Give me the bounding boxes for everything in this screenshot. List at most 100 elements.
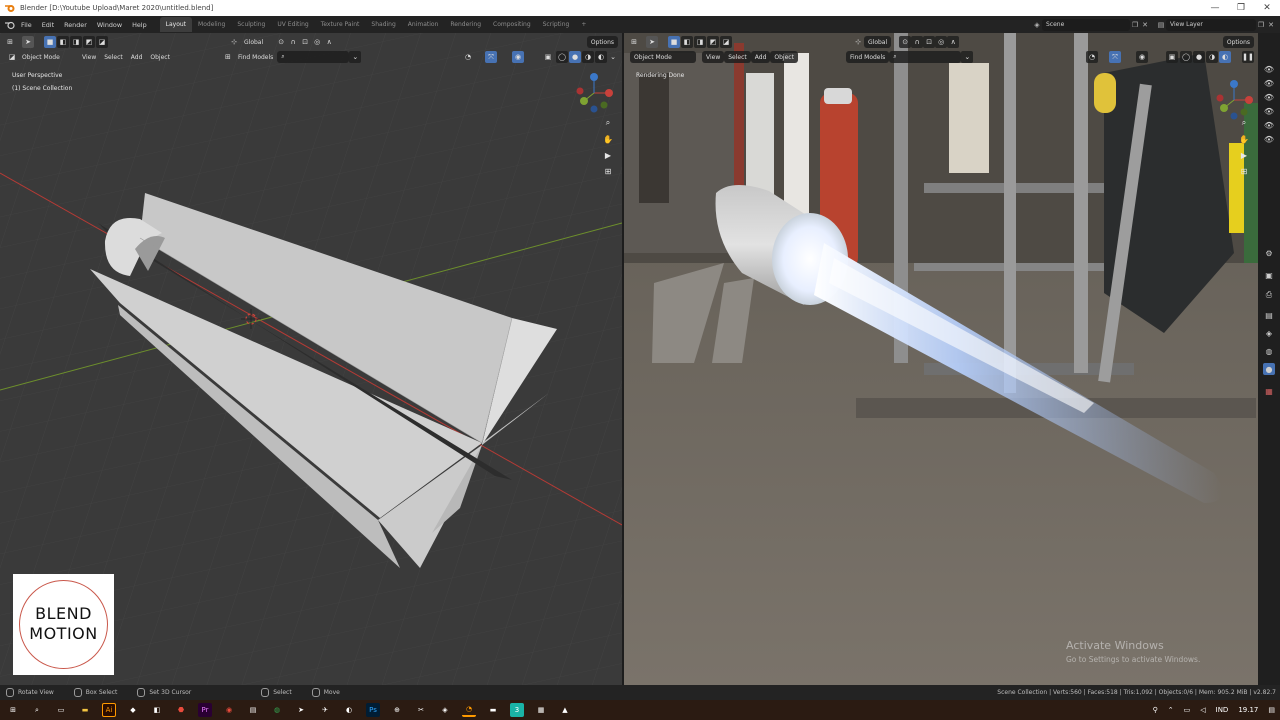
solid-shading-icon[interactable]: ● xyxy=(1193,51,1205,63)
outliner-eye-icon[interactable]: 👁 xyxy=(1263,77,1275,89)
falloff-icon[interactable]: ∧ xyxy=(323,36,335,48)
camera-view-icon[interactable]: ▶ xyxy=(1238,149,1250,161)
navigation-gizmo[interactable] xyxy=(576,71,616,115)
editor-type-icon[interactable]: ⊞ xyxy=(4,36,16,48)
scene-properties-icon[interactable]: ◈ xyxy=(1263,327,1275,339)
menu-select[interactable]: Select xyxy=(100,51,127,63)
xray-toggle-icon[interactable]: ▣ xyxy=(1166,51,1178,63)
find-models-dropdown-icon[interactable]: ⌄ xyxy=(961,51,974,63)
select-mode-extend-icon[interactable]: ◧ xyxy=(57,36,69,48)
app-icon-10[interactable]: ◈ xyxy=(438,703,452,717)
gizmo-toggle-icon[interactable]: ⤧ xyxy=(485,51,497,63)
select-tool-icon[interactable]: ➤ xyxy=(22,36,34,48)
start-windows-icon[interactable]: ⊞ xyxy=(6,703,20,717)
overlay-toggle-icon[interactable]: ◉ xyxy=(1136,51,1148,63)
render-properties-icon[interactable]: ▣ xyxy=(1263,269,1275,281)
select-mode-new-icon[interactable]: ■ xyxy=(44,36,56,48)
world-properties-icon[interactable]: ◍ xyxy=(1263,345,1275,357)
pan-hand-icon[interactable]: ✋ xyxy=(602,133,614,145)
outliner-eye-icon[interactable]: 👁 xyxy=(1263,91,1275,103)
menu-select[interactable]: Select xyxy=(724,51,751,63)
editor-type-icon[interactable]: ⊞ xyxy=(628,36,640,48)
chrome-icon[interactable]: ◍ xyxy=(270,703,284,717)
tray-expand-icon[interactable]: ⌃ xyxy=(1168,706,1174,714)
mode-dropdown[interactable]: Object Mode xyxy=(18,51,72,63)
scene-selector[interactable]: ◈ Scene ❐ ✕ xyxy=(1032,18,1150,31)
overlay-toggle-icon[interactable]: ◉ xyxy=(512,51,524,63)
app-icon-9[interactable]: ✂ xyxy=(414,703,428,717)
proportional-edit-icon[interactable]: ◎ xyxy=(935,36,948,48)
tab-modeling[interactable]: Modeling xyxy=(192,17,231,32)
illustrator-icon[interactable]: Ai xyxy=(102,703,116,717)
find-models-search-input[interactable]: ⌕ xyxy=(277,51,350,63)
ortho-grid-icon[interactable]: ⊞ xyxy=(1238,165,1250,177)
tab-scripting[interactable]: Scripting xyxy=(537,17,576,32)
add-workspace-icon[interactable]: + xyxy=(575,17,592,32)
task-view-icon[interactable]: ▭ xyxy=(54,703,68,717)
remove-view-layer-icon[interactable]: ✕ xyxy=(1266,20,1276,30)
app-icon-12[interactable]: 3 xyxy=(510,703,524,717)
snap-icon[interactable]: ∩ xyxy=(287,36,299,48)
snap-target-icon[interactable]: ⊡ xyxy=(299,36,311,48)
media-icon[interactable]: ◉ xyxy=(222,703,236,717)
find-models-search-input[interactable]: ⌕ xyxy=(889,51,962,63)
app-icon-11[interactable]: ▬ xyxy=(486,703,500,717)
object-properties-icon[interactable]: ● xyxy=(1263,363,1275,375)
outliner-eye-icon[interactable]: 👁 xyxy=(1263,119,1275,131)
scene-name-field[interactable]: Scene xyxy=(1042,18,1130,31)
menu-edit[interactable]: Edit xyxy=(37,21,59,29)
render-image[interactable] xyxy=(624,33,1258,685)
view-layer-name-field[interactable]: View Layer xyxy=(1166,18,1256,31)
app-icon-7[interactable]: ◐ xyxy=(342,703,356,717)
menu-object[interactable]: Object xyxy=(770,51,798,63)
maximize-button[interactable]: ❐ xyxy=(1228,0,1254,16)
options-dropdown[interactable]: Options xyxy=(1222,36,1254,48)
find-models-dropdown[interactable]: Find Models xyxy=(845,51,890,63)
viewport-left[interactable]: ⊞ ➤ ■ ◧ ◨ ◩ ◪ ⊹ Global ⊙ ∩ ⊡ ◎ ∧ Options… xyxy=(0,33,622,685)
tab-rendering[interactable]: Rendering xyxy=(444,17,487,32)
tab-layout[interactable]: Layout xyxy=(159,17,193,32)
select-mode-new-icon[interactable]: ■ xyxy=(668,36,680,48)
view-layer-selector[interactable]: ▤ View Layer ❐ ✕ xyxy=(1156,18,1276,31)
clock[interactable]: 19.17 xyxy=(1238,706,1258,714)
visibility-icon[interactable]: ◔ xyxy=(1086,51,1098,63)
mode-dropdown[interactable]: Object Mode xyxy=(630,51,696,63)
close-button[interactable]: ✕ xyxy=(1254,0,1280,16)
blender-menu-icon[interactable] xyxy=(4,20,16,30)
people-icon[interactable]: ⚲ xyxy=(1153,706,1158,714)
language-indicator[interactable]: IND xyxy=(1216,706,1229,714)
material-shading-icon[interactable]: ◑ xyxy=(1206,51,1218,63)
navigation-gizmo[interactable] xyxy=(1216,78,1256,122)
select-mode-subtract-icon[interactable]: ◨ xyxy=(70,36,82,48)
view-layer-properties-icon[interactable]: ▤ xyxy=(1263,309,1275,321)
blender-taskbar-icon[interactable]: ◔ xyxy=(462,703,476,717)
xray-toggle-icon[interactable]: ▣ xyxy=(542,51,554,63)
app-icon-13[interactable]: ▦ xyxy=(534,703,548,717)
app-icon-6[interactable]: ✈ xyxy=(318,703,332,717)
pan-hand-icon[interactable]: ✋ xyxy=(1238,133,1250,145)
snap-icon[interactable]: ∩ xyxy=(911,36,924,48)
tab-compositing[interactable]: Compositing xyxy=(487,17,537,32)
output-properties-icon[interactable]: ⎙ xyxy=(1263,289,1275,301)
outliner-eye-icon[interactable]: 👁 xyxy=(1263,133,1275,145)
visibility-icon[interactable]: ◔ xyxy=(462,51,474,63)
select-mode-extend-icon[interactable]: ◧ xyxy=(681,36,693,48)
premiere-icon[interactable]: Pr xyxy=(198,703,212,717)
orientation-dropdown[interactable]: Global xyxy=(864,36,892,48)
new-scene-icon[interactable]: ❐ xyxy=(1130,20,1140,30)
texture-properties-icon[interactable]: ▦ xyxy=(1263,385,1275,397)
gizmo-toggle-icon[interactable]: ⤧ xyxy=(1109,51,1121,63)
shading-options-icon[interactable]: ⌄ xyxy=(607,51,619,63)
tab-animation[interactable]: Animation xyxy=(402,17,445,32)
new-view-layer-icon[interactable]: ❐ xyxy=(1256,20,1266,30)
menu-file[interactable]: File xyxy=(16,21,37,29)
camera-view-icon[interactable]: ▶ xyxy=(602,149,614,161)
remove-scene-icon[interactable]: ✕ xyxy=(1140,20,1150,30)
snap-target-icon[interactable]: ⊡ xyxy=(923,36,936,48)
wireframe-shading-icon[interactable]: ◯ xyxy=(1180,51,1192,63)
app-icon-5[interactable]: ➤ xyxy=(294,703,308,717)
search-icon[interactable]: ⌕ xyxy=(30,703,44,717)
outliner-eye-icon[interactable]: 👁 xyxy=(1263,63,1275,75)
menu-help[interactable]: Help xyxy=(127,21,152,29)
zoom-icon[interactable]: ⌕ xyxy=(602,117,614,129)
